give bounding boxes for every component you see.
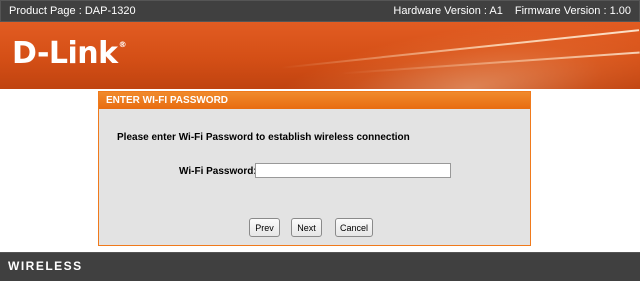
cancel-button[interactable]: Cancel xyxy=(335,218,373,237)
registered-mark: ® xyxy=(118,40,127,49)
wifi-password-input[interactable] xyxy=(255,163,451,178)
footer-label: WIRELESS xyxy=(8,259,83,273)
firmware-version-text: Firmware Version : 1.00 xyxy=(514,5,631,17)
panel-header: ENTER WI-FI PASSWORD xyxy=(99,92,530,109)
brand-banner: D-Link® xyxy=(0,22,640,89)
prev-button[interactable]: Prev xyxy=(249,218,280,237)
next-button[interactable]: Next xyxy=(291,218,322,237)
top-info-bar: Product Page : DAP-1320 Hardware Version… xyxy=(0,0,640,22)
version-info: Hardware Version : A1 Firmware Version : … xyxy=(393,5,631,17)
wifi-password-label: Wi-Fi Password: xyxy=(179,166,257,177)
dlink-logo: D-Link® xyxy=(12,36,127,71)
product-page-text: Product Page : DAP-1320 xyxy=(9,5,136,17)
wifi-password-panel: ENTER WI-FI PASSWORD Please enter Wi-Fi … xyxy=(98,91,531,246)
logo-text: D-Link xyxy=(12,36,118,71)
instruction-text: Please enter Wi-Fi Password to establish… xyxy=(117,132,410,143)
footer-bar: WIRELESS xyxy=(0,252,640,281)
hardware-version-text: Hardware Version : A1 xyxy=(393,5,503,17)
panel-title: ENTER WI-FI PASSWORD xyxy=(106,95,229,106)
